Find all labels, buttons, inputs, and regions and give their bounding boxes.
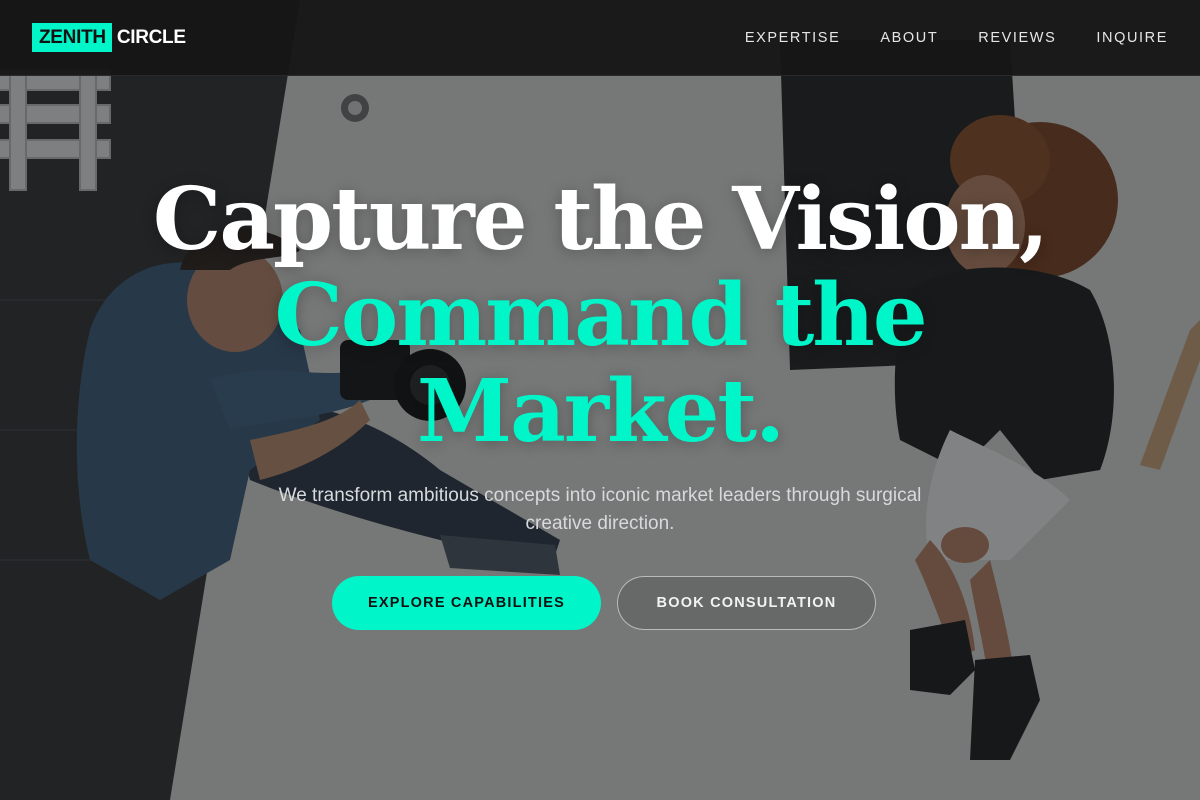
nav-link-about[interactable]: ABOUT <box>880 30 938 46</box>
headline-line-1: Capture the Vision, <box>152 169 1049 270</box>
main-nav: EXPERTISE ABOUT REVIEWS INQUIRE <box>705 30 1168 46</box>
cta-group: EXPLORE CAPABILITIES BOOK CONSULTATION <box>0 576 1200 630</box>
book-consultation-button[interactable]: BOOK CONSULTATION <box>617 576 876 630</box>
hero-headline: Capture the Vision, Command the Market. <box>0 172 1200 460</box>
hero-subtitle: We transform ambitious concepts into ico… <box>278 485 922 534</box>
headline-line-3: Market. <box>416 361 785 462</box>
logo-highlight: ZENITH <box>32 23 112 52</box>
explore-capabilities-button[interactable]: EXPLORE CAPABILITIES <box>332 576 601 630</box>
nav-link-expertise[interactable]: EXPERTISE <box>745 30 841 46</box>
brand-logo[interactable]: ZENITH CIRCLE <box>32 23 186 52</box>
nav-link-inquire[interactable]: INQUIRE <box>1096 30 1168 46</box>
nav-link-reviews[interactable]: REVIEWS <box>978 30 1056 46</box>
site-header: ZENITH CIRCLE EXPERTISE ABOUT REVIEWS IN… <box>0 0 1200 76</box>
hero-section: Capture the Vision, Command the Market. … <box>0 76 1200 800</box>
headline-line-2: Command the <box>274 265 927 366</box>
logo-text: CIRCLE <box>116 26 186 48</box>
